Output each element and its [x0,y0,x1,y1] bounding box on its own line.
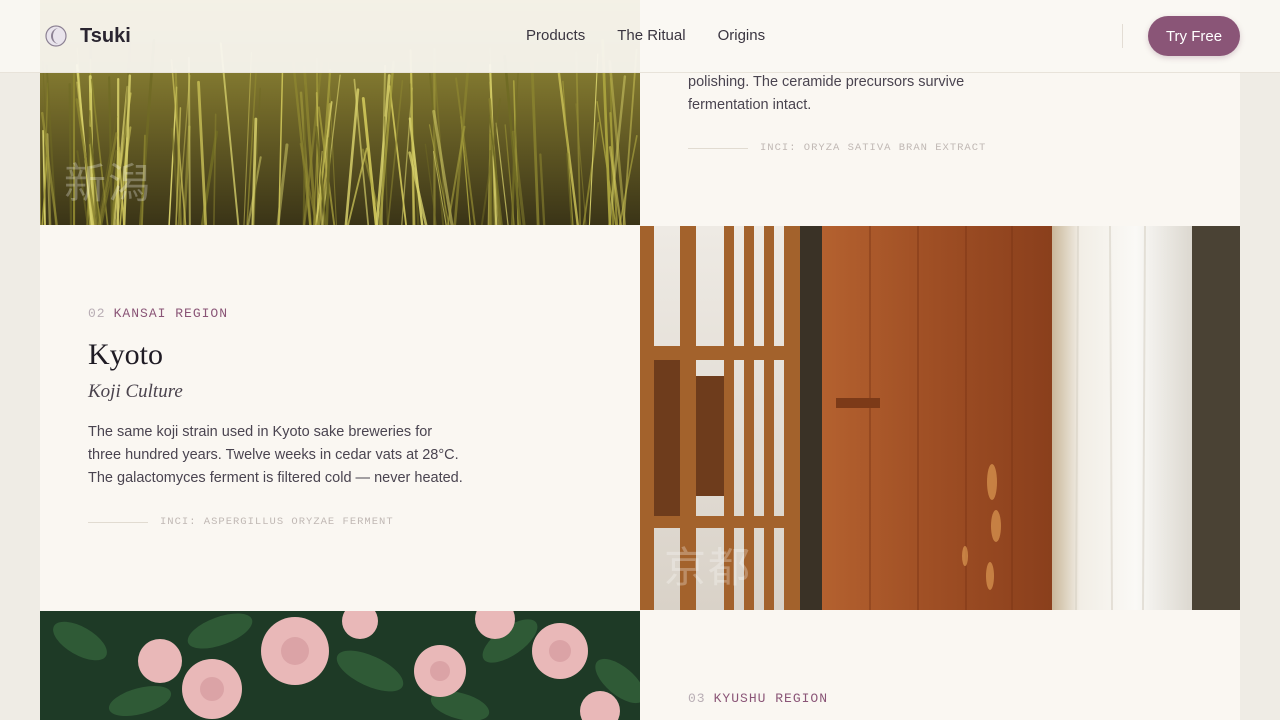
kyushu-camellia-image [40,611,640,720]
kyoto-body-text: The same koji strain used in Kyoto sake … [88,424,463,486]
nav-links: Products The Ritual Origins [526,27,765,45]
top-navigation: Tsuki Products The Ritual Origins Try Fr… [0,0,1280,73]
kyoto-inci-divider [88,522,148,523]
kyoto-kanji: 京都 [664,543,753,592]
kyoto-region-label: KANSAI REGION [113,306,229,321]
nav-divider [1122,24,1123,48]
nav-link-the-ritual[interactable]: The Ritual [617,27,685,45]
kyoto-inci: INCI: ASPERGILLUS ORYZAE FERMENT [160,516,394,528]
kyushu-region-label: KYUSHU REGION [713,691,829,706]
brand-name[interactable]: Tsuki [80,24,131,48]
niigata-inci: INCI: ORYZA SATIVA BRAN EXTRACT [760,142,987,154]
try-free-button[interactable]: Try Free [1148,16,1240,56]
nav-link-origins[interactable]: Origins [718,27,766,45]
kyushu-section-number: 03 [688,691,706,706]
kyushu-eyebrow: 03 KYUSHU REGION [688,691,828,706]
kyoto-interior-image: 京都 [640,226,1240,610]
kyoto-title: Kyoto [88,338,163,371]
kyoto-section-number: 02 [88,306,106,321]
niigata-kanji: 新潟 [64,159,153,208]
moon-logo-icon[interactable] [44,24,68,48]
niigata-inci-divider [688,148,748,149]
niigata-body-text: polishing. The ceramide precursors survi… [688,74,965,113]
nav-link-products[interactable]: Products [526,27,585,45]
kyoto-subtitle: Koji Culture [88,381,183,402]
kyoto-eyebrow: 02 KANSAI REGION [88,306,228,321]
